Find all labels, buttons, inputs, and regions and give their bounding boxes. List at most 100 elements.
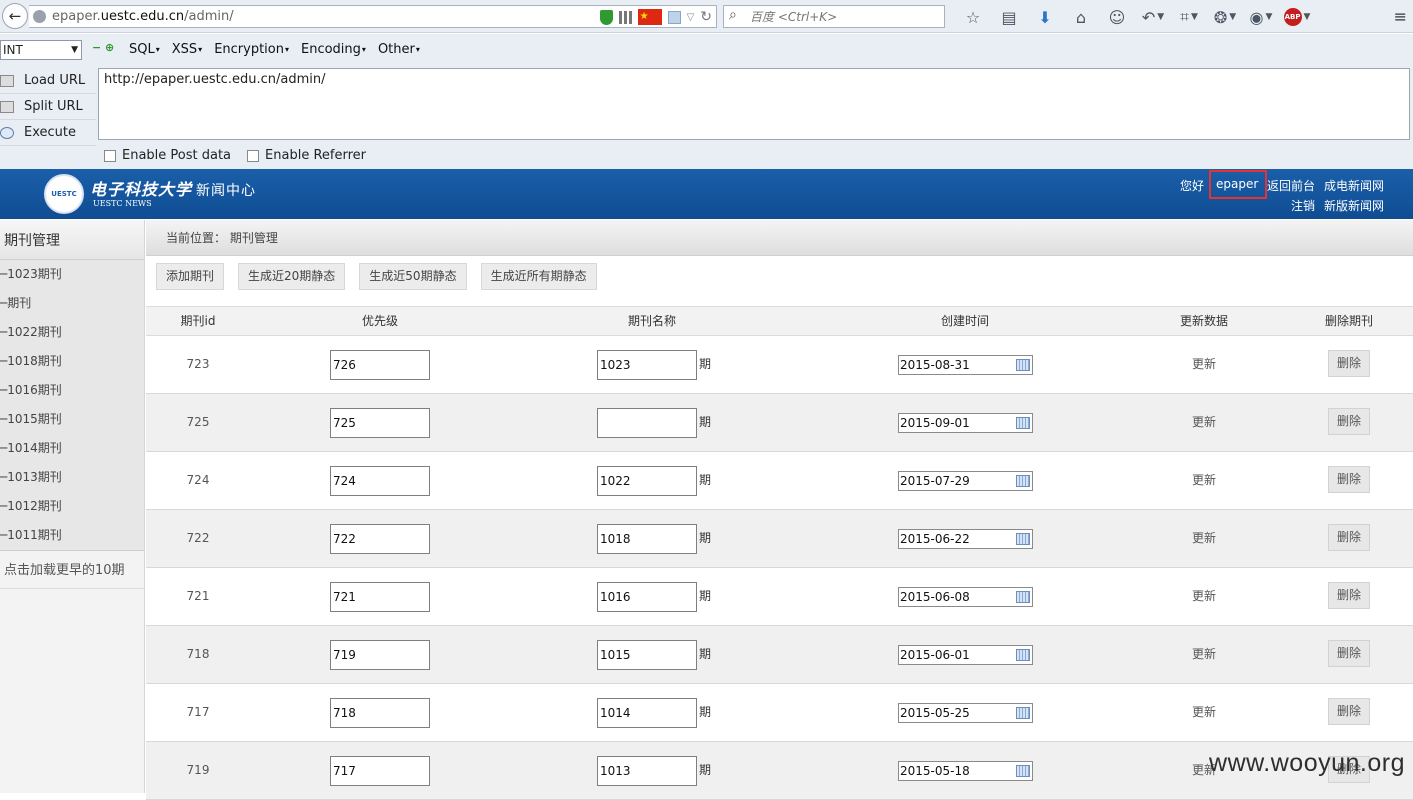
load-more-link[interactable]: 点击加载更早的10期 [0,551,144,589]
issue-name-input[interactable] [597,408,697,438]
generate-20-static-button[interactable]: 生成近20期静态 [238,263,346,290]
dropdown-arrow-icon[interactable]: ▽ [687,7,695,28]
calendar-icon[interactable] [1016,591,1030,603]
delete-button[interactable]: 删除 [1328,582,1370,609]
sidebar-item[interactable]: ─1018期刊 [0,347,144,376]
bookmark-star-icon[interactable]: ☆ [955,6,991,28]
delete-button[interactable]: 删除 [1328,466,1370,493]
adblock-icon[interactable]: ABP ▼ [1279,6,1315,28]
issue-name-input[interactable]: 1022 [597,466,697,496]
generate-all-static-button[interactable]: 生成近所有期静态 [480,263,597,290]
calendar-icon[interactable] [1016,765,1030,777]
undo-icon[interactable]: ↶ ▼ [1135,6,1171,28]
chengdian-news-link[interactable]: 成电新闻网 [1324,177,1384,194]
created-date-input[interactable]: 2015-05-25 [898,703,1033,723]
priority-input[interactable]: 726 [330,350,430,380]
update-link[interactable]: 更新 [1192,394,1216,451]
priority-input[interactable]: 719 [330,640,430,670]
delete-button[interactable]: 删除 [1328,350,1370,377]
menu-xss[interactable]: XSS▾ [172,42,202,57]
china-flag-icon[interactable] [637,6,662,27]
split-url-button[interactable]: Split URL [0,94,96,120]
issue-name-input[interactable]: 1014 [597,698,697,728]
update-link[interactable]: 更新 [1192,568,1216,625]
calendar-icon[interactable] [1016,359,1030,371]
menu-other[interactable]: Other▾ [378,42,420,57]
calendar-icon[interactable] [1016,707,1030,719]
extension-icon[interactable]: ◉ ▼ [1243,6,1279,28]
sidebar-item[interactable]: ─1015期刊 [0,405,144,434]
update-link[interactable]: 更新 [1192,452,1216,509]
menu-encoding[interactable]: Encoding▾ [301,42,366,57]
update-link[interactable]: 更新 [1192,510,1216,567]
new-news-link[interactable]: 新版新闻网 [1324,197,1384,214]
logout-link[interactable]: 注销 [1291,197,1315,214]
sidebar-item[interactable]: ─1022期刊 [0,318,144,347]
menu-encryption[interactable]: Encryption▾ [214,42,289,57]
delete-button[interactable]: 删除 [1328,408,1370,435]
download-icon[interactable]: ⬇ [1027,6,1063,28]
type-select[interactable]: INT ▼ [0,40,82,60]
sidebar-item[interactable]: ─1011期刊 [0,521,144,550]
enable-referrer-checkbox[interactable]: Enable Referrer [247,148,366,163]
issue-name-input[interactable]: 1013 [597,756,697,786]
calendar-icon[interactable] [1016,533,1030,545]
delete-button[interactable]: 删除 [1328,524,1370,551]
enable-post-checkbox[interactable]: Enable Post data [104,148,231,163]
back-button[interactable]: ← [2,3,28,29]
issue-name-input[interactable]: 1023 [597,350,697,380]
shield-icon[interactable] [599,9,613,25]
priority-input[interactable]: 725 [330,408,430,438]
delete-button[interactable]: 删除 [1328,698,1370,725]
update-link[interactable]: 更新 [1192,626,1216,683]
load-url-button[interactable]: Load URL [0,68,96,94]
created-date-input[interactable]: 2015-09-01 [898,413,1033,433]
add-issue-button[interactable]: 添加期刊 [156,263,225,290]
menu-icon[interactable]: ≡ [1394,7,1407,26]
created-date-input[interactable]: 2015-07-29 [898,471,1033,491]
search-box[interactable]: ⌕ 百度 <Ctrl+K> [723,5,945,28]
created-date-input[interactable]: 2015-06-22 [898,529,1033,549]
reading-list-icon[interactable]: ▤ [991,6,1027,28]
crop-icon[interactable]: ⌗ ▼ [1171,6,1207,28]
sidebar-item[interactable]: ─1014期刊 [0,434,144,463]
generate-50-static-button[interactable]: 生成近50期静态 [359,263,467,290]
calendar-icon[interactable] [1016,649,1030,661]
priority-input[interactable]: 722 [330,524,430,554]
issue-name-input[interactable]: 1015 [597,640,697,670]
address-bar[interactable]: epaper.uestc.edu.cn/admin/ ▽ ↻ [29,5,717,28]
priority-input[interactable]: 724 [330,466,430,496]
chat-icon[interactable]: ☺ [1099,6,1135,28]
update-link[interactable]: 更新 [1192,684,1216,741]
qr-code-icon[interactable] [618,10,632,24]
issue-name-input[interactable]: 1018 [597,524,697,554]
sidebar-item[interactable]: ─1016期刊 [0,376,144,405]
cube-icon[interactable] [667,10,681,24]
created-date-input[interactable]: 2015-06-08 [898,587,1033,607]
bug-icon[interactable]: ❂ ▼ [1207,6,1243,28]
calendar-icon[interactable] [1016,475,1030,487]
home-icon[interactable]: ⌂ [1063,6,1099,28]
reload-icon[interactable]: ↻ [700,7,712,28]
created-date-input[interactable]: 2015-08-31 [898,355,1033,375]
sidebar-item[interactable]: ─1023期刊 [0,260,144,289]
priority-input[interactable]: 718 [330,698,430,728]
delete-button[interactable]: 删除 [1328,640,1370,667]
back-to-front-link[interactable]: 返回前台 [1267,177,1315,194]
sidebar-title[interactable]: 期刊管理 [0,220,144,260]
url-textarea[interactable]: http://epaper.uestc.edu.cn/admin/ [98,68,1410,140]
update-link[interactable]: 更新 [1192,336,1216,393]
created-date-input[interactable]: 2015-05-18 [898,761,1033,781]
sidebar-item[interactable]: ─期刊 [0,289,144,318]
sidebar-item[interactable]: ─1012期刊 [0,492,144,521]
sidebar-item[interactable]: ─1013期刊 [0,463,144,492]
issue-name-input[interactable]: 1016 [597,582,697,612]
menu-sql[interactable]: SQL▾ [129,42,160,57]
calendar-icon[interactable] [1016,417,1030,429]
created-date-input[interactable]: 2015-06-01 [898,645,1033,665]
plus-minus-icons[interactable]: − ⊕ [92,41,114,54]
priority-input[interactable]: 721 [330,582,430,612]
site-info-icon[interactable] [33,10,46,23]
execute-button[interactable]: Execute [0,120,96,146]
priority-input[interactable]: 717 [330,756,430,786]
